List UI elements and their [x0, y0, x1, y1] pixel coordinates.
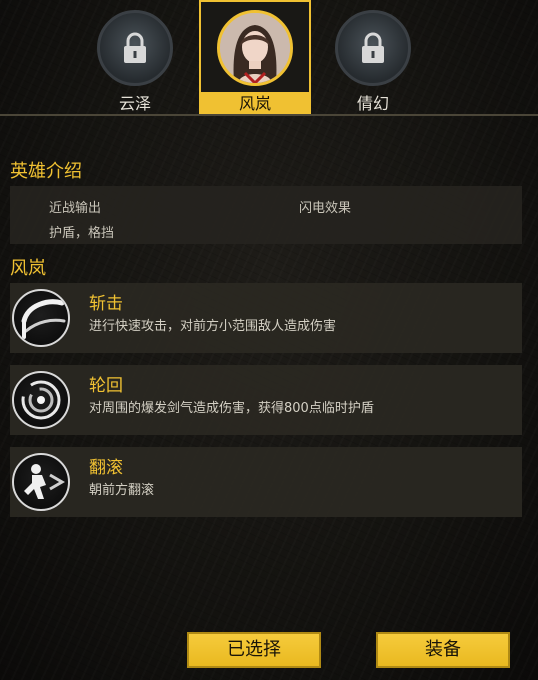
hero-selector: 云泽 风岚 倩幻: [0, 0, 538, 116]
hero-slot-qianhuan[interactable]: 倩幻: [317, 0, 429, 116]
skill-name: 翻滚: [89, 458, 123, 478]
hero-name-yunze: 云泽: [118, 94, 151, 113]
intro-tag: 护盾，格挡: [49, 226, 115, 241]
intro-tag: 近战输出: [49, 201, 102, 216]
skill-item[interactable]: 翻滚 朝前方翻滚: [10, 447, 522, 517]
hero-slot-yunze[interactable]: 云泽: [79, 0, 191, 116]
hero-name-qianhuan: 倩幻: [356, 94, 389, 113]
hero-portrait: [220, 13, 290, 83]
hero-title: 风岚: [10, 258, 46, 279]
intro-title: 英雄介绍: [10, 161, 82, 182]
skill-item[interactable]: 斩击 进行快速攻击，对前方小范围敌人造成伤害: [10, 283, 522, 353]
intro-panel: 近战输出 闪电效果 护盾，格挡: [10, 186, 522, 244]
skill-item[interactable]: 轮回 对周围的爆发剑气造成伤害，获得800点临时护盾: [10, 365, 522, 435]
roll-icon: [12, 453, 70, 511]
skill-desc: 进行快速攻击，对前方小范围敌人造成伤害: [89, 319, 337, 334]
hero-avatar-yunze: [97, 10, 173, 86]
hero-slot-fenglan[interactable]: 风岚: [199, 0, 311, 116]
skill-desc: 对周围的爆发剑气造成伤害，获得800点临时护盾: [89, 401, 374, 416]
hero-avatar-fenglan: [217, 10, 293, 86]
hero-name-fenglan: 风岚: [201, 92, 309, 116]
intro-tag: 闪电效果: [299, 201, 352, 216]
divider: [0, 114, 538, 116]
whirl-icon: [12, 371, 70, 429]
selected-button[interactable]: 已选择: [187, 632, 321, 668]
slash-icon: [12, 289, 70, 347]
skill-name: 轮回: [89, 376, 123, 396]
equip-button[interactable]: 装备: [376, 632, 510, 668]
skill-desc: 朝前方翻滚: [89, 483, 155, 498]
lock-icon: [124, 32, 146, 63]
skill-name: 斩击: [89, 294, 123, 314]
hero-avatar-qianhuan: [335, 10, 411, 86]
lock-icon: [362, 32, 384, 63]
